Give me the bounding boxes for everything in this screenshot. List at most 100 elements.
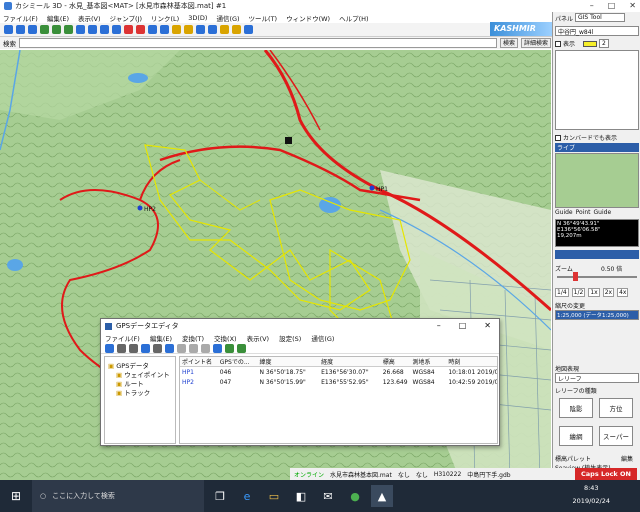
scale-button[interactable]: 4x <box>617 288 629 297</box>
gps-close-button[interactable]: ✕ <box>484 321 491 330</box>
toolbar-tool-icon[interactable] <box>136 25 145 34</box>
panel-tool-select[interactable]: GIS Tool <box>575 13 625 22</box>
canvas-checkbox[interactable] <box>555 134 561 141</box>
scale-button[interactable]: 1x <box>588 288 600 297</box>
color-swatch[interactable] <box>583 40 598 47</box>
column-header[interactable]: 時刻 <box>446 357 497 366</box>
toolbar-tool-icon[interactable] <box>220 25 229 34</box>
toolbar-tool-icon[interactable] <box>76 25 85 34</box>
toolbar-tool-icon[interactable] <box>64 25 73 34</box>
waypoint-hp1-marker[interactable] <box>369 185 375 191</box>
super-button[interactable]: スーパー <box>599 426 633 446</box>
toolbar-tool-icon[interactable] <box>40 25 49 34</box>
gps-menu-item[interactable]: ファイル(F) <box>105 333 140 343</box>
gps-menu-item[interactable]: 交換(X) <box>214 333 237 343</box>
column-header[interactable]: 経度 <box>319 357 381 366</box>
start-button[interactable]: ⊞ <box>0 480 32 512</box>
close-button[interactable]: ✕ <box>629 1 636 10</box>
toolbar-tool-icon[interactable] <box>196 25 205 34</box>
gps-tool-icon[interactable] <box>189 343 198 353</box>
gps-tool-icon[interactable] <box>237 343 246 353</box>
toolbar-tool-icon[interactable] <box>4 25 13 34</box>
relief-select[interactable]: レリーフ <box>555 373 639 383</box>
menu-item[interactable]: ヘルプ(H) <box>339 13 368 23</box>
gps-tool-icon[interactable] <box>177 343 186 353</box>
toolbar-tool-icon[interactable] <box>184 25 193 34</box>
chrome-icon[interactable]: ● <box>344 485 366 507</box>
toolbar-tool-icon[interactable] <box>160 25 169 34</box>
toolbar-tool-icon[interactable] <box>148 25 157 34</box>
gps-menu-item[interactable]: 編集(E) <box>150 333 172 343</box>
task-view-icon[interactable]: ❐ <box>209 485 231 507</box>
table-row[interactable]: HP1 046 N 36°50'18.75" E136°56'30.07" 26.668… <box>180 367 497 377</box>
tree-waypoints[interactable]: ▣ ウェイポイント <box>108 369 172 379</box>
column-header[interactable]: 緯度 <box>258 357 320 366</box>
gps-tool-icon[interactable] <box>201 343 210 353</box>
direction-button[interactable]: 方位 <box>599 398 633 418</box>
mail-icon[interactable]: ✉ <box>317 485 339 507</box>
layer-name[interactable]: 中谷円_w84l <box>555 26 639 36</box>
menu-item[interactable]: ファイル(F) <box>3 13 38 23</box>
palette-edit-button[interactable]: 編集 <box>621 454 633 463</box>
toolbar-tool-icon[interactable] <box>28 25 37 34</box>
edge-icon[interactable]: e <box>236 485 258 507</box>
layer-list[interactable] <box>555 50 639 130</box>
search-button[interactable]: 検索 <box>500 38 519 48</box>
zoom-slider[interactable] <box>557 276 637 278</box>
guide-item[interactable]: Guide <box>594 209 612 216</box>
scale-button[interactable]: 2x <box>602 288 615 297</box>
width-value[interactable]: 2 <box>599 39 609 48</box>
toolbar-tool-icon[interactable] <box>172 25 181 34</box>
taskbar-search[interactable]: ○ ここに入力して検索 <box>32 480 204 512</box>
menu-item[interactable]: 通信(G) <box>216 13 239 23</box>
mesh-button[interactable]: 繪網 <box>559 426 593 446</box>
gps-tool-icon[interactable] <box>225 343 234 353</box>
toolbar-tool-icon[interactable] <box>208 25 217 34</box>
column-header[interactable]: 標高 <box>381 357 411 366</box>
column-header[interactable]: ポイント名 <box>180 357 218 366</box>
kashmir-taskbar-icon[interactable]: ▲ <box>371 485 393 507</box>
explorer-icon[interactable]: ▭ <box>263 485 285 507</box>
toolbar-tool-icon[interactable] <box>112 25 121 34</box>
gps-minimize-button[interactable]: – <box>437 321 441 330</box>
gps-tool-icon[interactable] <box>105 343 114 353</box>
toolbar-tool-icon[interactable] <box>100 25 109 34</box>
gps-tool-icon[interactable] <box>165 343 174 353</box>
menu-item[interactable]: 編集(E) <box>47 13 69 23</box>
search-input[interactable] <box>19 38 497 48</box>
hatch-button[interactable]: 陰影 <box>559 398 593 418</box>
gps-menu-item[interactable]: 表示(V) <box>247 333 270 343</box>
table-row[interactable]: HP2 047 N 36°50'15.99" E136°55'52.95" 123.64… <box>180 377 497 387</box>
gps-tool-icon[interactable] <box>213 343 222 353</box>
toolbar-tool-icon[interactable] <box>244 25 253 34</box>
scale-button[interactable]: 1/2 <box>571 288 586 297</box>
gps-menu-item[interactable]: 通信(G) <box>311 333 334 343</box>
toolbar-tool-icon[interactable] <box>124 25 133 34</box>
tree-routes[interactable]: ▣ ルート <box>108 378 172 388</box>
clock[interactable]: 8:43 2019/02/24 <box>573 482 610 508</box>
column-header[interactable]: 測地系 <box>411 357 447 366</box>
menu-item[interactable]: ツール(T) <box>249 13 278 23</box>
zoom-slider-thumb[interactable] <box>573 272 578 281</box>
gps-tool-icon[interactable] <box>129 343 138 353</box>
gps-tool-icon[interactable] <box>117 343 126 353</box>
menu-item[interactable]: 表示(V) <box>78 13 101 23</box>
gps-tool-icon[interactable] <box>153 343 162 353</box>
scale-select[interactable]: 1:25,000 (データ1:25,000) <box>555 310 639 320</box>
menu-item[interactable]: ジャンプ(J) <box>110 13 142 23</box>
tree-tracks[interactable]: ▣ トラック <box>108 387 172 397</box>
store-icon[interactable]: ◧ <box>290 485 312 507</box>
menu-item[interactable]: 3D(D) <box>188 14 207 22</box>
show-checkbox[interactable] <box>555 40 561 47</box>
detail-search-button[interactable]: 詳細検索 <box>521 38 552 48</box>
menu-item[interactable]: リンク(L) <box>151 13 179 23</box>
scale-button[interactable]: 1/4 <box>555 288 569 297</box>
guide-item[interactable]: Point <box>576 209 591 216</box>
menu-item[interactable]: ウィンドウ(W) <box>286 13 330 23</box>
tree-root[interactable]: ▣ GPSデータ <box>108 360 172 370</box>
gps-tool-icon[interactable] <box>141 343 150 353</box>
minimize-button[interactable]: – <box>590 1 594 10</box>
toolbar-tool-icon[interactable] <box>232 25 241 34</box>
maximize-button[interactable]: □ <box>608 1 616 10</box>
waypoint-hp2-marker[interactable] <box>137 205 143 211</box>
